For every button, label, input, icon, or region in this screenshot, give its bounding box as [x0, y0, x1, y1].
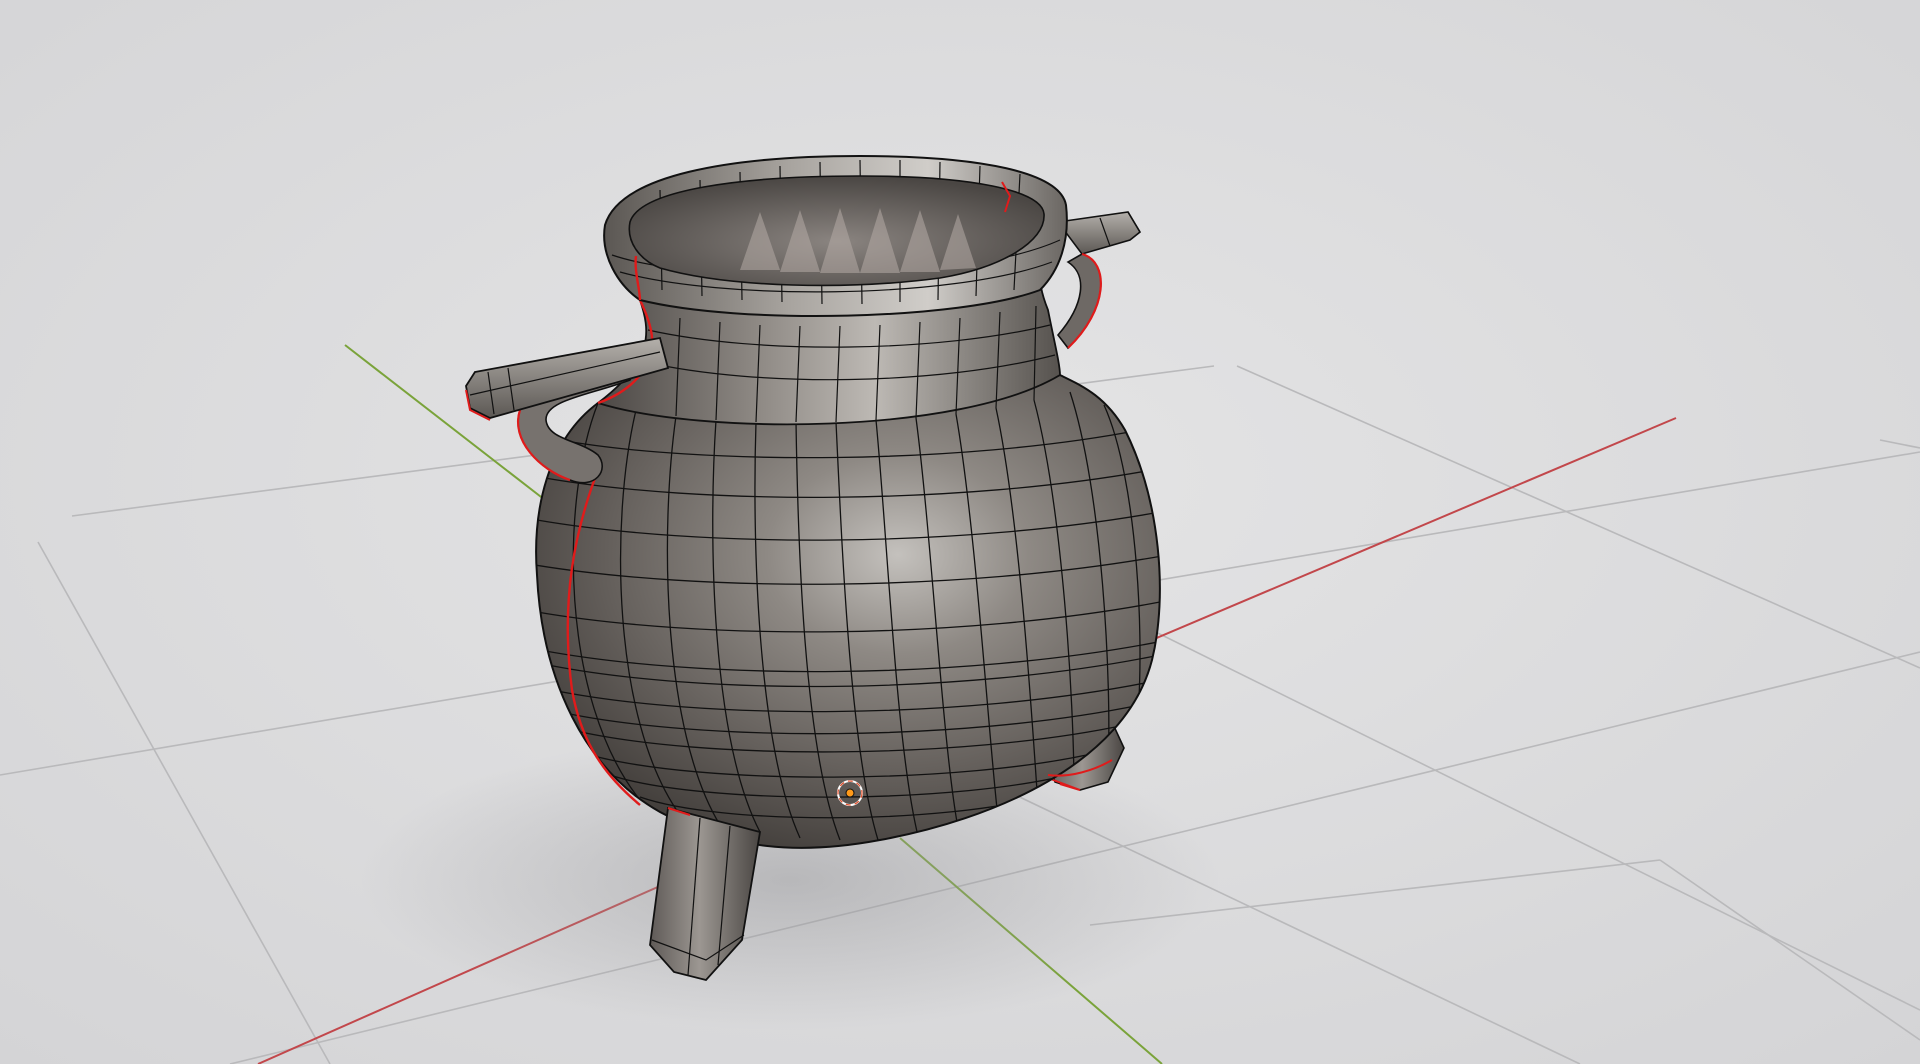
cauldron-rim[interactable] — [603, 154, 1068, 318]
viewport-canvas[interactable] — [0, 0, 1920, 1064]
3d-viewport[interactable] — [0, 0, 1920, 1064]
